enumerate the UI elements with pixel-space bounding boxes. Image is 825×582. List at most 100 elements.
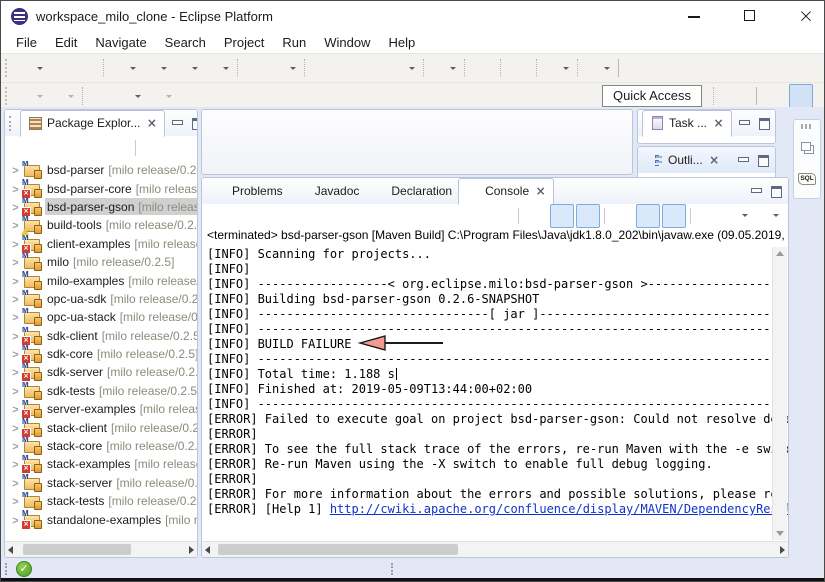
console-hyperlink[interactable]: http://cwiki.apache.org/confluence/displ… bbox=[330, 502, 788, 516]
remove-launch-button[interactable] bbox=[464, 204, 488, 228]
external-tools-button[interactable] bbox=[203, 56, 232, 80]
scrollbar-thumb[interactable] bbox=[218, 544, 458, 555]
maximize-view-button[interactable] bbox=[768, 184, 784, 198]
open-folder-button[interactable] bbox=[363, 56, 387, 80]
link-editor-button[interactable] bbox=[107, 136, 131, 160]
new-package-button[interactable] bbox=[244, 56, 268, 80]
minimize-view-button[interactable] bbox=[748, 184, 764, 198]
drag-handle[interactable] bbox=[391, 563, 397, 575]
minimize-view-button[interactable] bbox=[735, 153, 751, 167]
tree-item[interactable]: bsd-parser-gson[milo release/0.2.5] bbox=[5, 198, 197, 216]
tree-item[interactable]: standalone-examples[milo release/0.2.5] bbox=[5, 510, 197, 528]
vertical-scrollbar[interactable] bbox=[772, 247, 787, 540]
focus-button[interactable] bbox=[141, 136, 165, 160]
close-icon[interactable] bbox=[145, 117, 158, 130]
view-menu-button[interactable] bbox=[167, 136, 191, 160]
menu-run[interactable]: Run bbox=[273, 33, 315, 52]
save-all-button[interactable] bbox=[74, 56, 98, 80]
toolbar-drag-handle[interactable] bbox=[5, 59, 12, 77]
scrollbar-thumb[interactable] bbox=[23, 544, 131, 555]
new-wizard-button[interactable] bbox=[17, 56, 46, 80]
coverage-button[interactable] bbox=[172, 56, 201, 80]
close-icon[interactable] bbox=[712, 117, 725, 130]
horizontal-scrollbar[interactable] bbox=[5, 541, 197, 557]
user-button[interactable] bbox=[430, 56, 459, 80]
tree-item[interactable]: stack-core[milo release/0.2.5] bbox=[5, 437, 197, 455]
maximize-view-button[interactable] bbox=[189, 116, 198, 130]
tree-item[interactable]: bsd-parser-core[milo release/0.2.5] bbox=[5, 179, 197, 197]
menu-file[interactable]: File bbox=[7, 33, 46, 52]
tree-item[interactable]: stack-tests[milo release/0.2.5] bbox=[5, 492, 197, 510]
drag-handle[interactable] bbox=[801, 124, 813, 129]
tree-item[interactable]: milo-examples[milo release/0.2.5] bbox=[5, 271, 197, 289]
restore-view-button[interactable] bbox=[795, 136, 819, 160]
tab-package-explorer[interactable]: Package Explor... bbox=[20, 110, 165, 137]
minimize-view-button[interactable] bbox=[736, 116, 752, 130]
monitor-button[interactable] bbox=[471, 56, 495, 80]
tree-item[interactable]: stack-examples[milo release/0.2.5] bbox=[5, 455, 197, 473]
scroll-down-icon[interactable] bbox=[776, 531, 784, 536]
tree-item[interactable]: bsd-parser[milo release/0.2.5] bbox=[5, 161, 197, 179]
menu-project[interactable]: Project bbox=[215, 33, 273, 52]
tree-item[interactable]: server-examples[milo release/0.2.5] bbox=[5, 400, 197, 418]
view-drag-handle[interactable] bbox=[9, 116, 15, 131]
menu-edit[interactable]: Edit bbox=[46, 33, 86, 52]
word-wrap-button[interactable] bbox=[576, 204, 600, 228]
close-icon[interactable] bbox=[708, 154, 721, 167]
open-file-button[interactable] bbox=[311, 56, 335, 80]
tree-item[interactable]: opc-ua-stack[milo release/0.2.5] bbox=[5, 308, 197, 326]
window-maximize-button[interactable] bbox=[742, 8, 758, 24]
hand-button[interactable] bbox=[703, 56, 727, 80]
tree-item[interactable]: client-examples[milo release/0.2.5] bbox=[5, 235, 197, 253]
tree-item[interactable]: stack-server[milo release/0.2.5] bbox=[5, 474, 197, 492]
tree-item[interactable]: build-tools[milo release/0.2.5] bbox=[5, 216, 197, 234]
resource-persp-button[interactable] bbox=[763, 84, 787, 108]
debug-button[interactable] bbox=[110, 56, 139, 80]
annotate-button[interactable] bbox=[543, 56, 572, 80]
close-icon[interactable] bbox=[534, 185, 547, 198]
scroll-left-icon[interactable] bbox=[8, 546, 13, 554]
maximize-view-button[interactable] bbox=[755, 153, 771, 167]
menu-window[interactable]: Window bbox=[315, 33, 379, 52]
scroll-right-icon[interactable] bbox=[780, 546, 785, 554]
tree-item[interactable]: sdk-tests[milo release/0.2.5] bbox=[5, 382, 197, 400]
device-button[interactable] bbox=[584, 56, 613, 80]
console-output[interactable]: [INFO] Scanning for projects...[INFO][IN… bbox=[202, 245, 788, 541]
tab-outline[interactable]: Outli... bbox=[642, 148, 727, 173]
stderr-button[interactable] bbox=[662, 204, 686, 228]
tab-task-list[interactable]: Task ... bbox=[642, 110, 732, 137]
resume-button[interactable] bbox=[625, 56, 649, 80]
scroll-up-icon[interactable] bbox=[776, 251, 784, 256]
tree-item[interactable]: stack-client[milo release/0.2.5] bbox=[5, 418, 197, 436]
menu-help[interactable]: Help bbox=[379, 33, 424, 52]
display-console-button[interactable] bbox=[722, 204, 751, 228]
scroll-right-icon[interactable] bbox=[189, 546, 194, 554]
back-button[interactable] bbox=[115, 84, 144, 108]
nosearch-button[interactable] bbox=[507, 56, 531, 80]
collapse-all-button[interactable] bbox=[81, 136, 105, 160]
clear-console-button[interactable] bbox=[524, 204, 548, 228]
tree-item[interactable]: sdk-core[milo release/0.2.5] bbox=[5, 345, 197, 363]
import-button[interactable] bbox=[17, 84, 46, 108]
tree-item[interactable]: opc-ua-sdk[milo release/0.2.5] bbox=[5, 290, 197, 308]
scroll-left-icon[interactable] bbox=[205, 546, 210, 554]
pin-console-button[interactable] bbox=[696, 204, 720, 228]
minimize-view-button[interactable] bbox=[169, 116, 185, 130]
forward-button[interactable] bbox=[146, 84, 175, 108]
quick-access-button[interactable]: Quick Access bbox=[602, 85, 702, 107]
export-button[interactable] bbox=[48, 84, 77, 108]
tab-declaration[interactable]: Declaration bbox=[365, 179, 458, 204]
tree-item[interactable]: milo[milo release/0.2.5] bbox=[5, 253, 197, 271]
maximize-view-button[interactable] bbox=[756, 116, 772, 130]
stdout-button[interactable] bbox=[636, 204, 660, 228]
refresh-button[interactable] bbox=[270, 56, 299, 80]
open-console-button[interactable] bbox=[753, 204, 782, 228]
save-button[interactable] bbox=[48, 56, 72, 80]
sql-results-button[interactable]: SQL bbox=[795, 167, 819, 191]
tree-item[interactable]: sdk-server[milo release/0.2.5] bbox=[5, 363, 197, 381]
java-persp-button[interactable] bbox=[789, 84, 813, 108]
tab-javadoc[interactable]: Javadoc bbox=[289, 179, 366, 204]
stepfilter-button[interactable] bbox=[651, 56, 675, 80]
run-button[interactable] bbox=[141, 56, 170, 80]
window-close-button[interactable] bbox=[798, 8, 814, 24]
